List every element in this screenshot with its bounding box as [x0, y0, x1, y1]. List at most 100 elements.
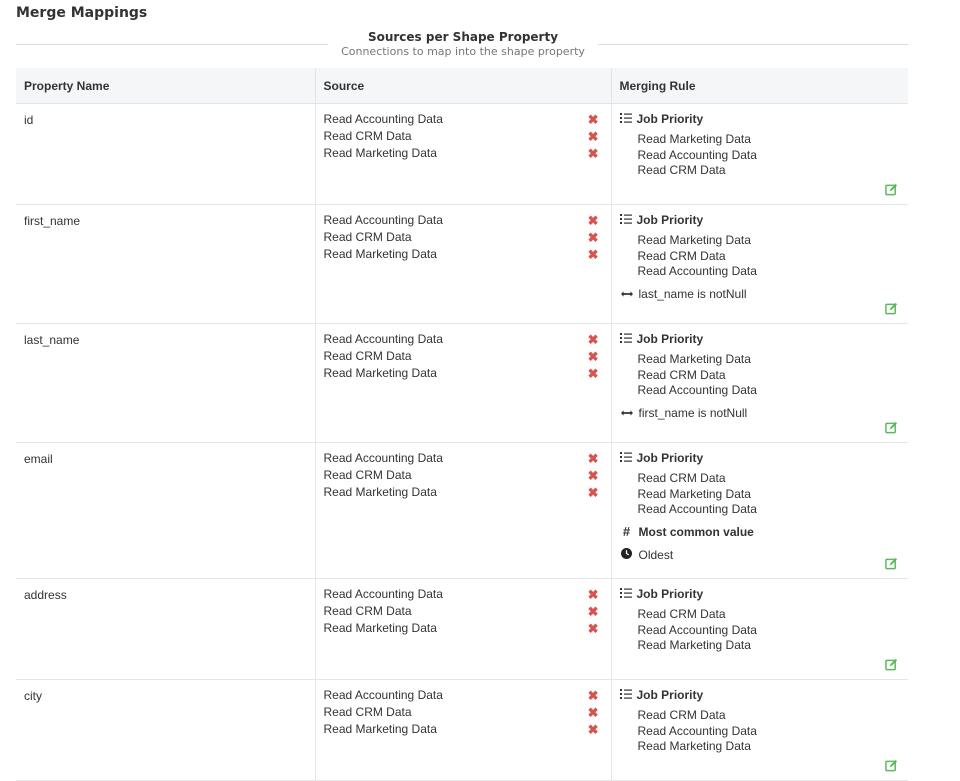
- source-label: Read Marketing Data: [323, 621, 437, 635]
- source-label: Read Accounting Data: [323, 213, 443, 227]
- remove-icon[interactable]: ✖: [588, 484, 599, 501]
- header-merging-rule: Merging Rule: [610, 68, 908, 104]
- edit-icon[interactable]: [885, 557, 898, 570]
- merging-rule: Job Priority Read CRM Data Read Accountin…: [612, 680, 909, 755]
- source-label: Read CRM Data: [323, 604, 412, 618]
- priority-item: Read Accounting Data: [637, 383, 757, 397]
- edit-icon[interactable]: [885, 658, 898, 671]
- source-cell: Read Accounting Data ✖ Read CRM Data ✖ R…: [314, 103, 611, 205]
- divider-left: [16, 44, 328, 45]
- table-row: city Read Accounting Data ✖ Read CRM Dat…: [16, 679, 909, 781]
- priority-list: Read Marketing Data Read CRM Data Read Acc…: [638, 233, 901, 280]
- source-item: Read Marketing Data ✖: [324, 365, 603, 382]
- source-label: Read Marketing Data: [323, 146, 437, 160]
- edit-icon[interactable]: [885, 302, 898, 315]
- rule-title: Job Priority: [636, 213, 704, 227]
- merging-rule: Job Priority Read Marketing Data Read Acc…: [612, 104, 909, 179]
- rule-condition-text: Oldest: [638, 547, 674, 562]
- source-item: Read CRM Data ✖: [324, 704, 603, 721]
- source-cell: Read Accounting Data ✖ Read CRM Data ✖ R…: [314, 578, 611, 680]
- remove-icon[interactable]: ✖: [588, 365, 599, 382]
- remove-icon[interactable]: ✖: [588, 603, 599, 620]
- priority-item: Read CRM Data: [637, 367, 726, 382]
- list-icon: [619, 213, 632, 229]
- remove-icon[interactable]: ✖: [588, 704, 599, 721]
- header-source: Source: [314, 68, 611, 104]
- rule-condition: last_name is notNull: [620, 285, 901, 303]
- edit-icon[interactable]: [885, 759, 898, 772]
- property-cell: address: [16, 578, 315, 680]
- priority-item: Read Accounting Data: [637, 264, 757, 278]
- clock-icon: [620, 546, 634, 564]
- priority-item: Read Marketing Data: [637, 132, 751, 146]
- rule-header: Job Priority: [619, 331, 901, 347]
- remove-icon[interactable]: ✖: [588, 687, 599, 704]
- remove-icon[interactable]: ✖: [588, 348, 599, 365]
- source-label: Read Accounting Data: [323, 688, 443, 702]
- merging-rule-cell: Job Priority Read Marketing Data Read CRM…: [610, 323, 908, 443]
- source-label: Read Accounting Data: [323, 587, 443, 601]
- property-cell: city: [16, 679, 315, 781]
- priority-item: Read Accounting Data: [637, 147, 757, 162]
- source-item: Read Accounting Data ✖: [324, 212, 603, 229]
- remove-icon[interactable]: ✖: [588, 620, 599, 637]
- remove-icon[interactable]: ✖: [588, 331, 599, 348]
- priority-item: Read Accounting Data: [637, 502, 757, 516]
- source-list: Read Accounting Data ✖ Read CRM Data ✖ R…: [316, 443, 611, 501]
- list-icon: [619, 587, 632, 603]
- property-name: address: [24, 588, 67, 602]
- source-item: Read CRM Data ✖: [324, 467, 603, 484]
- source-item: Read CRM Data ✖: [324, 229, 603, 246]
- source-list: Read Accounting Data ✖ Read CRM Data ✖ R…: [316, 324, 611, 382]
- remove-icon[interactable]: ✖: [588, 721, 599, 738]
- priority-item: Read CRM Data: [637, 708, 726, 722]
- rule-condition: first_name is notNull: [620, 404, 901, 422]
- source-item: Read CRM Data ✖: [324, 603, 603, 620]
- source-list: Read Accounting Data ✖ Read CRM Data ✖ R…: [316, 104, 611, 162]
- rule-header: Job Priority: [619, 450, 901, 467]
- merging-rule: Job Priority Read CRM Data Read Marketing…: [612, 443, 909, 564]
- remove-icon[interactable]: ✖: [588, 586, 599, 603]
- source-label: Read Marketing Data: [323, 485, 437, 499]
- rule-condition-text: last_name is notNull: [638, 286, 747, 301]
- remove-icon[interactable]: ✖: [588, 128, 599, 145]
- source-label: Read Accounting Data: [323, 112, 443, 126]
- priority-item: Read Marketing Data: [637, 486, 751, 501]
- edit-icon[interactable]: [885, 183, 898, 196]
- list-icon: [619, 112, 632, 128]
- priority-list: Read CRM Data Read Accounting Data Read Ma…: [638, 708, 901, 755]
- remove-icon[interactable]: ✖: [588, 145, 599, 162]
- source-label: Read CRM Data: [323, 129, 412, 143]
- property-name: first_name: [24, 214, 81, 228]
- source-cell: Read Accounting Data ✖ Read CRM Data ✖ R…: [314, 204, 611, 324]
- source-label: Read CRM Data: [323, 468, 412, 482]
- remove-icon[interactable]: ✖: [588, 467, 599, 484]
- table-row: first_name Read Accounting Data ✖ Read C…: [16, 204, 908, 324]
- remove-icon[interactable]: ✖: [588, 229, 599, 246]
- edit-icon[interactable]: [885, 421, 898, 434]
- priority-item: Read CRM Data: [637, 248, 726, 263]
- priority-item: Read CRM Data: [637, 471, 726, 485]
- source-list: Read Accounting Data ✖ Read CRM Data ✖ R…: [316, 205, 611, 263]
- priority-item: Read Marketing Data: [637, 233, 751, 247]
- source-label: Read Marketing Data: [323, 366, 437, 380]
- source-label: Read Marketing Data: [323, 247, 437, 261]
- remove-icon[interactable]: ✖: [588, 212, 599, 229]
- merging-rule-cell: Job Priority Read Marketing Data Read CRM…: [610, 204, 908, 324]
- property-cell: email: [16, 442, 315, 579]
- property-name: city: [24, 689, 42, 703]
- mappings-table: Property Name Source Merging Rule id Rea…: [16, 68, 908, 781]
- priority-item: Read Marketing Data: [637, 352, 751, 366]
- page-title: Merge Mappings: [16, 5, 148, 21]
- remove-icon[interactable]: ✖: [588, 450, 599, 467]
- arrows-horizontal-icon: [620, 285, 634, 303]
- priority-item: Read CRM Data: [637, 163, 726, 177]
- remove-icon[interactable]: ✖: [588, 246, 599, 263]
- rule-title: Job Priority: [636, 451, 704, 465]
- list-icon: [619, 451, 632, 467]
- arrows-horizontal-icon: [620, 404, 634, 422]
- list-icon: [619, 688, 632, 704]
- remove-icon[interactable]: ✖: [588, 111, 599, 128]
- source-label: Read Accounting Data: [323, 451, 443, 465]
- hash-icon: #: [622, 523, 631, 539]
